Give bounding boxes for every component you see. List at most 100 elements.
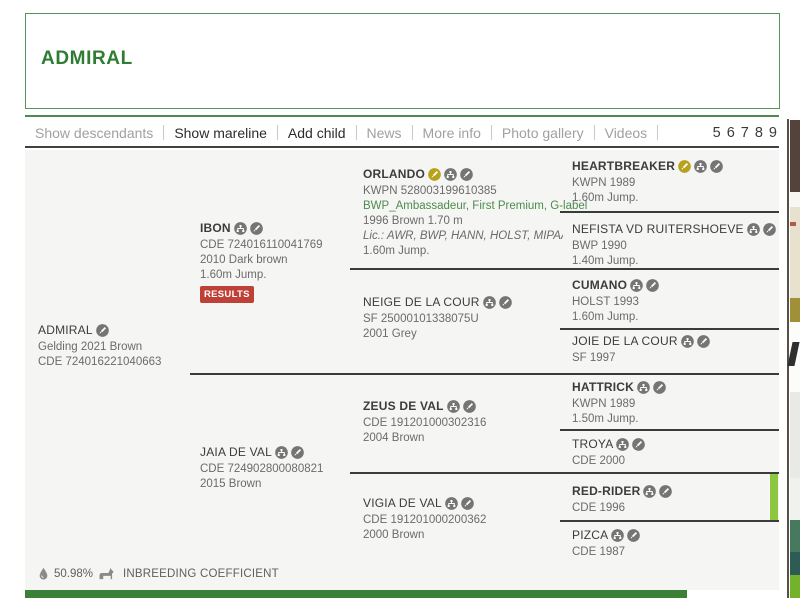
pedigree-cell-red-rider: RED-RIDER CDE 1996 <box>572 483 770 516</box>
pedigree-tree-icon[interactable] <box>611 529 624 542</box>
horse-title-box: ADMIRAL <box>25 13 780 109</box>
horse-icon <box>98 567 115 580</box>
generation-9-link[interactable]: 9 <box>769 125 777 141</box>
inbreeding-label: INBREEDING COEFFICIENT <box>123 568 279 580</box>
edit-icon[interactable] <box>499 296 512 309</box>
pedigree-tree-icon[interactable] <box>681 335 694 348</box>
sport-level: 1.60m Jump. <box>363 244 563 259</box>
highlight-bar-red-rider <box>770 474 778 520</box>
generation-6-link[interactable]: 6 <box>727 125 735 141</box>
generation-7-link[interactable]: 7 <box>741 125 749 141</box>
edit-icon[interactable] <box>96 324 109 337</box>
registration-number: CDE 2000 <box>572 454 777 469</box>
horse-name-link[interactable]: JAIA DE VAL <box>200 445 272 460</box>
pedigree-divider <box>560 211 779 213</box>
birth-info: 2010 Dark brown <box>200 253 355 268</box>
pedigree-tree-icon[interactable] <box>630 279 643 292</box>
pedigree-cell-nefista-vd-ruitershoeve: NEFISTA VD RUITERSHOEVE BWP 1990 1.40m J… <box>572 221 777 269</box>
pedigree-tree-icon[interactable] <box>445 497 458 510</box>
pedigree-tree-icon[interactable] <box>447 400 460 413</box>
horse-name-link[interactable]: CUMANO <box>572 278 627 293</box>
edit-icon[interactable] <box>659 485 672 498</box>
horse-name-link[interactable]: VIGIA DE VAL <box>363 496 442 511</box>
edit-icon[interactable] <box>463 400 476 413</box>
pedigree-tree-icon[interactable] <box>747 223 760 236</box>
edit-icon[interactable] <box>710 160 723 173</box>
edit-icon[interactable] <box>632 438 645 451</box>
inbreeding-row: 50.98% INBREEDING COEFFICIENT <box>38 567 279 580</box>
pedigree-divider <box>560 520 779 522</box>
pedigree-divider <box>560 429 779 431</box>
pedigree-tree-icon[interactable] <box>616 438 629 451</box>
horse-name-link[interactable]: RED-RIDER <box>572 484 640 499</box>
menu-item-news[interactable]: News <box>357 125 412 141</box>
green-divider <box>25 115 779 117</box>
birth-info: Gelding 2021 Brown <box>38 340 188 355</box>
menu-item-videos[interactable]: Videos <box>595 125 658 141</box>
horse-name-link[interactable]: IBON <box>200 221 231 236</box>
sport-level: 1.40m Jump. <box>572 254 777 269</box>
registration-number: CDE 191201000200362 <box>363 513 563 528</box>
pedigree-tree-icon[interactable] <box>444 168 457 181</box>
pedigree-divider <box>560 328 779 330</box>
pedigree-divider <box>190 373 779 375</box>
menu-item-add-child[interactable]: Add child <box>278 125 356 141</box>
pedigree-tree-icon[interactable] <box>275 446 288 459</box>
generation-8-link[interactable]: 8 <box>755 125 763 141</box>
horse-name-link[interactable]: ZEUS DE VAL <box>363 399 444 414</box>
menu-item-show-mareline[interactable]: Show mareline <box>164 125 277 141</box>
menu-separator <box>657 125 658 140</box>
horse-name-link[interactable]: NEFISTA VD RUITERSHOEVE <box>572 222 744 237</box>
edit-icon[interactable] <box>646 279 659 292</box>
horse-name-link[interactable]: JOIE DE LA COUR <box>572 334 678 349</box>
license-list: Lic.: AWR, BWP, HANN, HOLST, MIPAAF, OS,… <box>363 229 563 244</box>
sport-level: 1.60m Jump. <box>200 268 355 283</box>
results-badge[interactable]: RESULTS <box>200 286 254 303</box>
horse-name-link[interactable]: TROYA <box>572 437 613 452</box>
pedigree-tree-icon[interactable] <box>643 485 656 498</box>
horse-name-link[interactable]: NEIGE DE LA COUR <box>363 295 480 310</box>
horse-name-link[interactable]: ORLANDO <box>363 167 425 182</box>
pedigree-cell-heartbreaker: HEARTBREAKER KWPN 1989 1.60m Jump. <box>572 158 777 206</box>
pedigree-tree-icon[interactable] <box>483 296 496 309</box>
edit-icon[interactable] <box>627 529 640 542</box>
pedigree-cell-neige-de-la-cour: NEIGE DE LA COUR SF 25000101338075U 2001… <box>363 294 563 342</box>
edit-icon[interactable] <box>697 335 710 348</box>
sport-level: 1.60m Jump. <box>572 191 777 206</box>
edit-icon[interactable] <box>763 223 776 236</box>
edit-gold-icon[interactable] <box>678 160 691 173</box>
edit-icon[interactable] <box>460 168 473 181</box>
bottom-green-bar <box>25 590 687 598</box>
edit-icon[interactable] <box>461 497 474 510</box>
pedigree-cell-zeus-de-val: ZEUS DE VAL CDE 191201000302316 2004 Bro… <box>363 398 563 446</box>
edit-icon[interactable] <box>250 222 263 235</box>
adjacent-content-sliver <box>787 119 800 598</box>
registration-number: BWP 1990 <box>572 239 777 254</box>
pedigree-tree-icon[interactable] <box>694 160 707 173</box>
registration-number: CDE 724902800080821 <box>200 462 355 477</box>
sport-level: 1.50m Jump. <box>572 412 777 427</box>
menu-item-more-info[interactable]: More info <box>413 125 491 141</box>
page-title: ADMIRAL <box>41 48 133 70</box>
menu-item-photo-gallery[interactable]: Photo gallery <box>492 125 594 141</box>
horse-name-link[interactable]: PIZCA <box>572 528 608 543</box>
horse-name-link[interactable]: ADMIRAL <box>38 323 93 338</box>
birth-info: 1996 Brown 1.70 m <box>363 214 563 229</box>
pedigree-cell-pizca: PIZCA CDE 1987 <box>572 527 777 560</box>
edit-icon[interactable] <box>653 381 666 394</box>
pedigree-cell-jaia-de-val: JAIA DE VAL CDE 724902800080821 2015 Bro… <box>200 444 355 492</box>
birth-info: 2001 Grey <box>363 327 563 342</box>
edit-gold-icon[interactable] <box>428 168 441 181</box>
edit-icon[interactable] <box>291 446 304 459</box>
inbreeding-value: 50.98% <box>54 568 93 580</box>
pedigree-tree-icon[interactable] <box>637 381 650 394</box>
registration-number: CDE 1996 <box>572 501 770 516</box>
menu-item-show-descendants[interactable]: Show descendants <box>25 125 163 141</box>
registration-number: KWPN 1989 <box>572 397 777 412</box>
generation-selector: 5 6 7 8 9 <box>707 125 777 141</box>
premium-labels: BWP_Ambassadeur, First Premium, G-label <box>363 199 563 214</box>
generation-5-link[interactable]: 5 <box>713 125 721 141</box>
horse-name-link[interactable]: HEARTBREAKER <box>572 159 675 174</box>
pedigree-tree-icon[interactable] <box>234 222 247 235</box>
horse-name-link[interactable]: HATTRICK <box>572 380 634 395</box>
